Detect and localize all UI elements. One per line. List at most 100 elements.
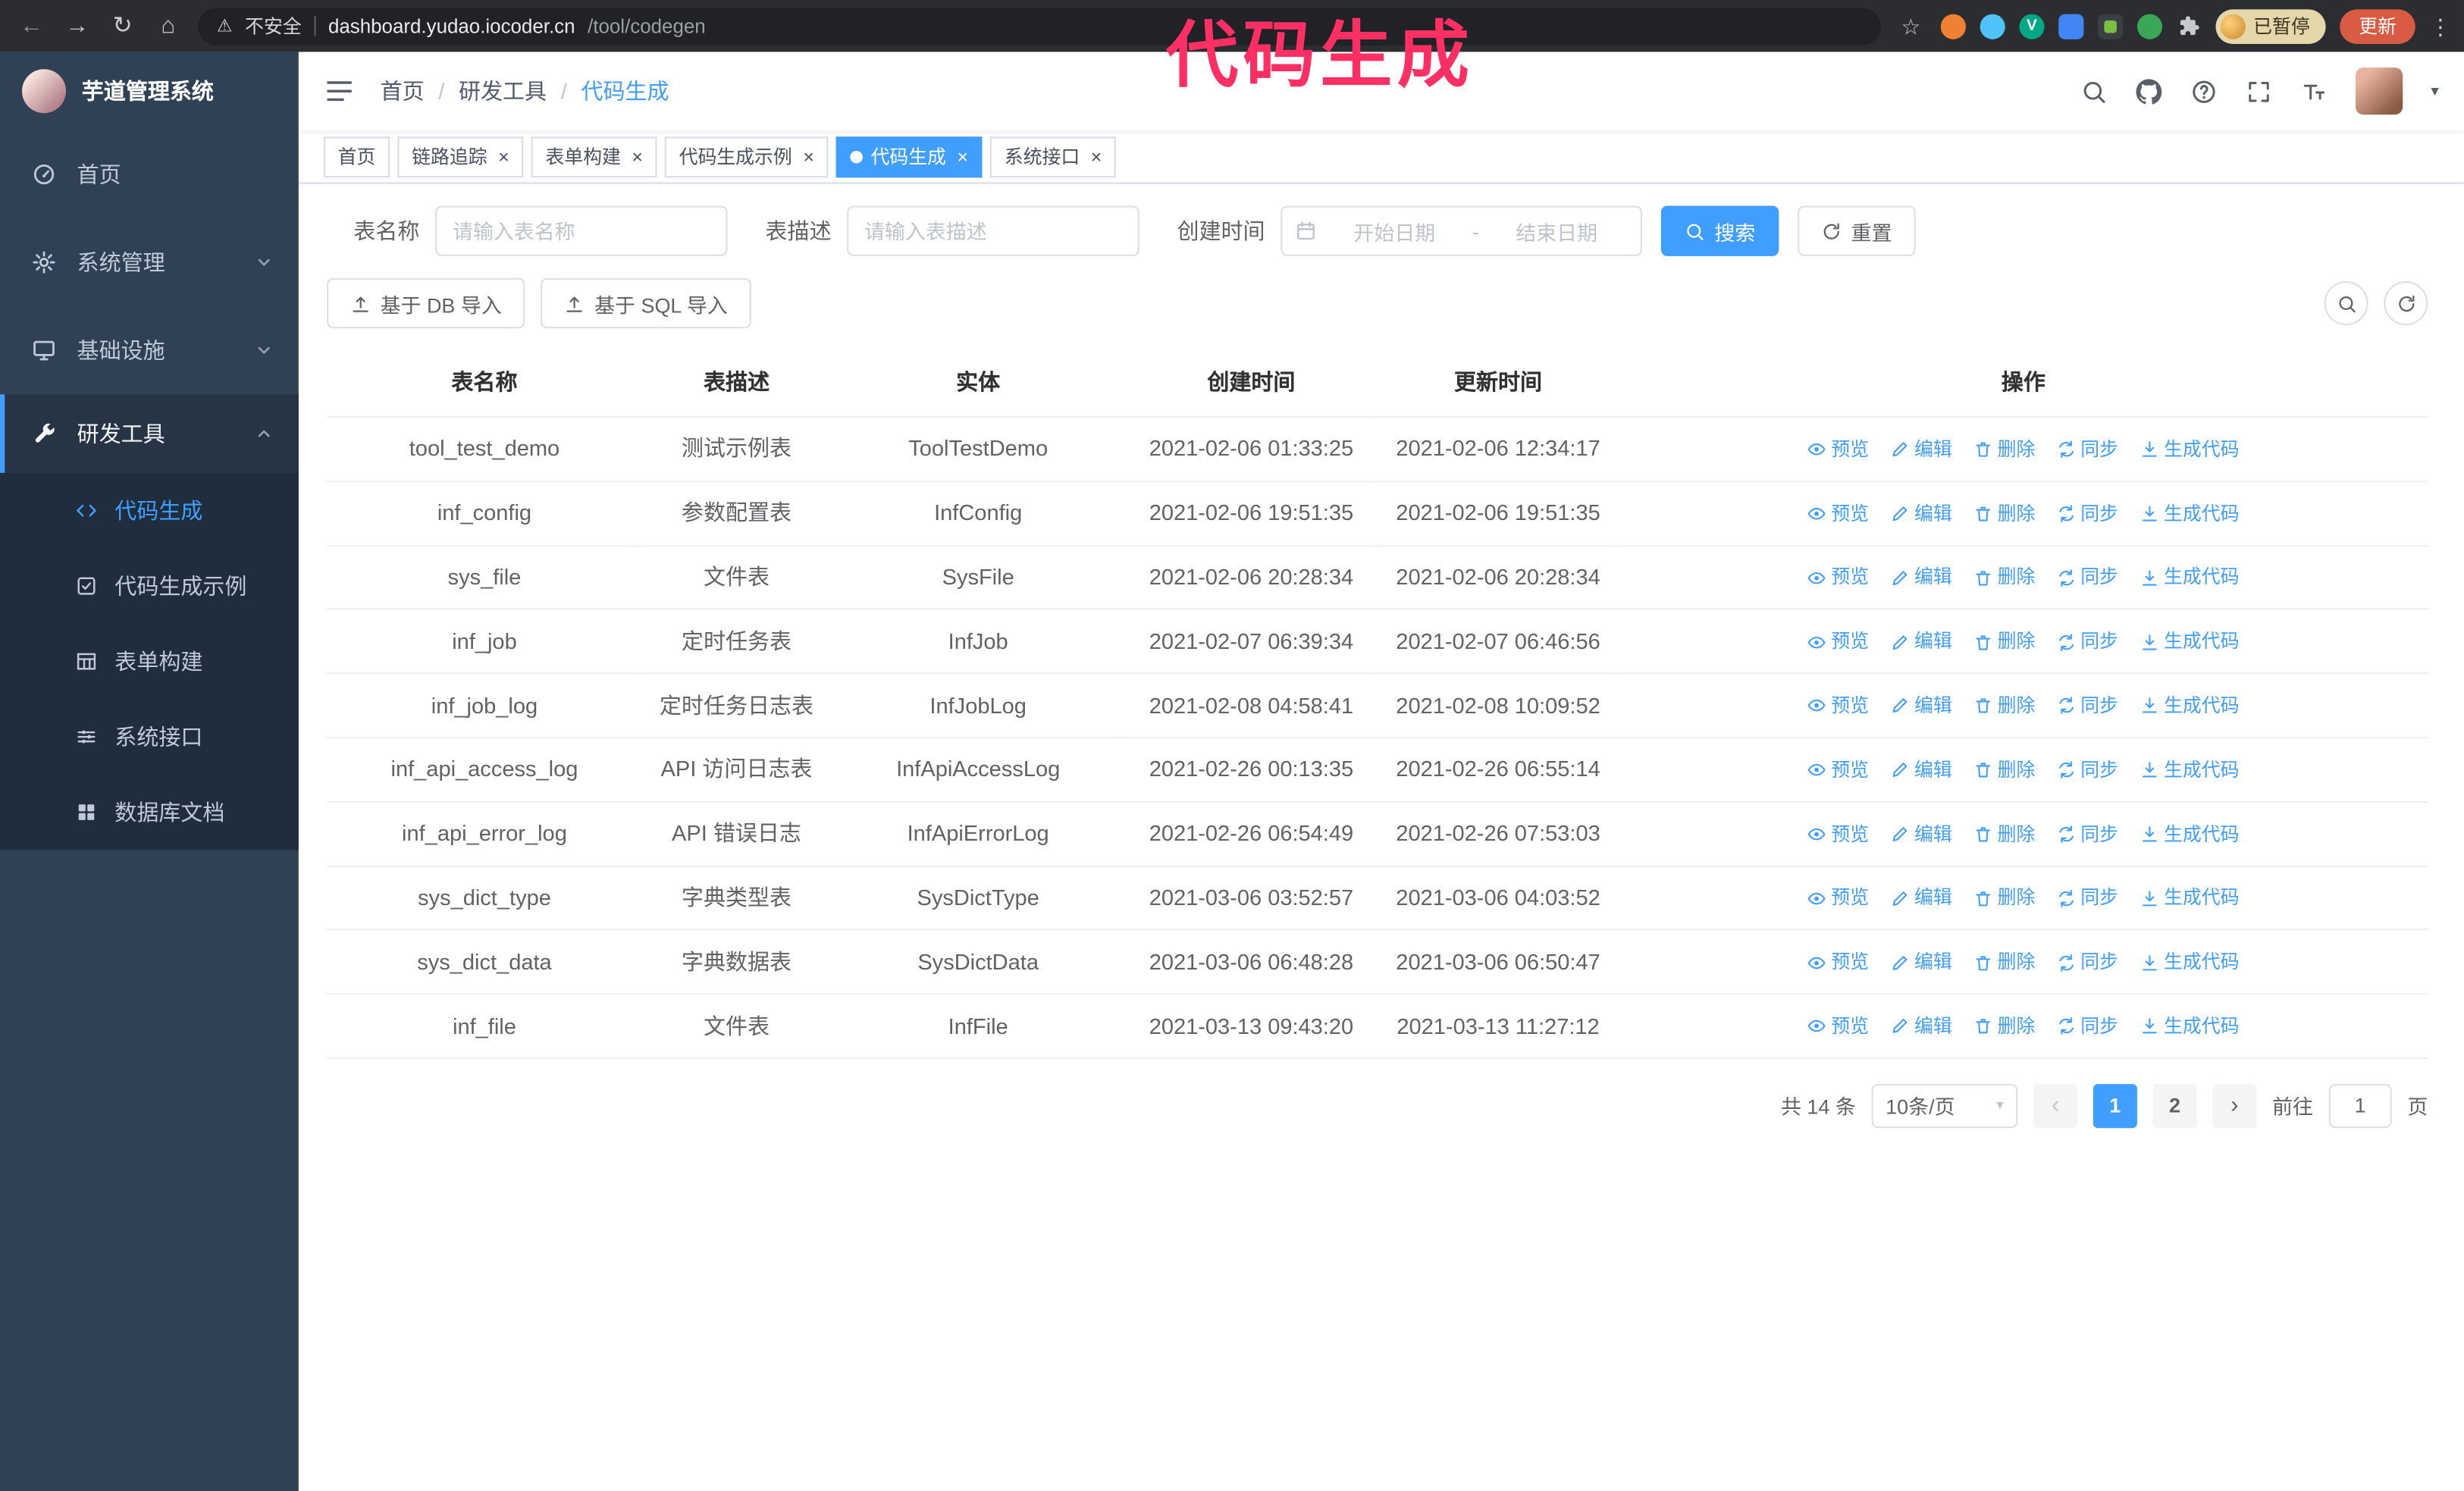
edit-link[interactable]: 编辑 xyxy=(1891,946,1952,979)
extension-icon[interactable] xyxy=(2097,13,2124,39)
generate-code-link[interactable]: 生成代码 xyxy=(2140,946,2239,979)
sync-link[interactable]: 同步 xyxy=(2057,753,2118,787)
sidebar-item-database-doc[interactable]: 数据库文档 xyxy=(0,775,299,850)
sidebar-item-system-management[interactable]: 系统管理 xyxy=(0,218,299,306)
preview-link[interactable]: 预览 xyxy=(1807,1010,1869,1044)
browser-update-button[interactable]: 更新 xyxy=(2340,8,2415,43)
edit-link[interactable]: 编辑 xyxy=(1891,690,1952,723)
preview-link[interactable]: 预览 xyxy=(1807,946,1869,979)
github-icon[interactable] xyxy=(2136,78,2162,105)
table-name-input[interactable] xyxy=(435,205,728,256)
font-size-icon[interactable] xyxy=(2300,78,2327,105)
sync-link[interactable]: 同步 xyxy=(2057,946,2118,979)
sync-link[interactable]: 同步 xyxy=(2057,562,2118,595)
edit-link[interactable]: 编辑 xyxy=(1891,497,1952,531)
prev-page-button[interactable]: ‹ xyxy=(2033,1084,2078,1129)
preview-link[interactable]: 预览 xyxy=(1807,497,1869,531)
generate-code-link[interactable]: 生成代码 xyxy=(2140,690,2239,723)
url-path[interactable]: /tool/codegen xyxy=(588,15,706,37)
reset-button[interactable]: 重置 xyxy=(1798,205,1916,256)
search-icon[interactable] xyxy=(2080,78,2107,105)
preview-link[interactable]: 预览 xyxy=(1807,882,1869,916)
url-host[interactable]: dashboard.yudao.iocoder.cn xyxy=(328,15,575,37)
tab-close-icon[interactable]: × xyxy=(958,146,969,168)
delete-link[interactable]: 删除 xyxy=(1974,882,2035,916)
sync-link[interactable]: 同步 xyxy=(2057,1010,2118,1044)
tab-trace[interactable]: 链路追踪 × xyxy=(397,136,524,177)
app-logo[interactable]: 芋道管理系统 xyxy=(0,52,299,130)
preview-link[interactable]: 预览 xyxy=(1807,818,1869,851)
generate-code-link[interactable]: 生成代码 xyxy=(2140,818,2239,851)
generate-code-link[interactable]: 生成代码 xyxy=(2140,753,2239,787)
edit-link[interactable]: 编辑 xyxy=(1891,434,1952,467)
edit-link[interactable]: 编辑 xyxy=(1891,625,1952,659)
toggle-search-button[interactable] xyxy=(2324,281,2368,326)
end-date-placeholder[interactable]: 结束日期 xyxy=(1485,216,1628,246)
sidebar-item-dev-tools[interactable]: 研发工具 xyxy=(0,394,299,473)
sync-link[interactable]: 同步 xyxy=(2057,497,2118,531)
delete-link[interactable]: 删除 xyxy=(1974,625,2035,659)
import-sql-button[interactable]: 基于 SQL 导入 xyxy=(541,277,751,329)
edit-link[interactable]: 编辑 xyxy=(1891,562,1952,595)
extension-icon[interactable] xyxy=(2058,13,2084,39)
sidebar-item-form-builder[interactable]: 表单构建 xyxy=(0,624,299,699)
bookmark-star-icon[interactable]: ☆ xyxy=(1895,15,1926,37)
generate-code-link[interactable]: 生成代码 xyxy=(2140,625,2239,659)
preview-link[interactable]: 预览 xyxy=(1807,753,1869,787)
tab-form-builder[interactable]: 表单构建 × xyxy=(531,136,657,177)
sync-link[interactable]: 同步 xyxy=(2057,434,2118,467)
sync-link[interactable]: 同步 xyxy=(2057,882,2118,916)
tab-close-icon[interactable]: × xyxy=(1091,146,1102,168)
tab-system-api[interactable]: 系统接口 × xyxy=(990,136,1116,177)
delete-link[interactable]: 删除 xyxy=(1974,434,2035,467)
fullscreen-icon[interactable] xyxy=(2246,78,2272,105)
breadcrumb-dev-tools[interactable]: 研发工具 xyxy=(459,75,547,106)
generate-code-link[interactable]: 生成代码 xyxy=(2140,434,2239,467)
delete-link[interactable]: 删除 xyxy=(1974,690,2035,723)
browser-home-icon[interactable]: ⌂ xyxy=(152,14,183,38)
tab-close-icon[interactable]: × xyxy=(803,146,814,168)
browser-reload-icon[interactable]: ↻ xyxy=(107,14,138,38)
start-date-placeholder[interactable]: 开始日期 xyxy=(1323,216,1466,246)
user-avatar[interactable] xyxy=(2355,67,2403,115)
sidebar-item-system-api[interactable]: 系统接口 xyxy=(0,699,299,774)
sidebar-item-code-generation[interactable]: 代码生成 xyxy=(0,473,299,548)
browser-forward-icon[interactable]: → xyxy=(61,14,92,38)
preview-link[interactable]: 预览 xyxy=(1807,434,1869,467)
preview-link[interactable]: 预览 xyxy=(1807,625,1869,659)
preview-link[interactable]: 预览 xyxy=(1807,562,1869,595)
delete-link[interactable]: 删除 xyxy=(1974,497,2035,531)
table-desc-input[interactable] xyxy=(847,205,1140,256)
next-page-button[interactable]: › xyxy=(2212,1084,2257,1129)
sync-link[interactable]: 同步 xyxy=(2057,818,2118,851)
sync-link[interactable]: 同步 xyxy=(2057,690,2118,723)
insecure-label[interactable]: 不安全 xyxy=(245,13,302,39)
address-bar[interactable]: ⚠ 不安全 dashboard.yudao.iocoder.cn/tool/co… xyxy=(198,7,1881,45)
delete-link[interactable]: 删除 xyxy=(1974,818,2035,851)
tab-close-icon[interactable]: × xyxy=(498,146,509,168)
generate-code-link[interactable]: 生成代码 xyxy=(2140,497,2239,531)
tab-close-icon[interactable]: × xyxy=(632,146,643,168)
import-db-button[interactable]: 基于 DB 导入 xyxy=(327,277,525,329)
generate-code-link[interactable]: 生成代码 xyxy=(2140,1010,2239,1044)
extension-icon[interactable] xyxy=(1980,13,2005,39)
page-button-2[interactable]: 2 xyxy=(2152,1084,2197,1129)
browser-profile-chip[interactable]: 已暂停 xyxy=(2215,8,2326,43)
generate-code-link[interactable]: 生成代码 xyxy=(2140,882,2239,916)
sidebar-item-code-generation-example[interactable]: 代码生成示例 xyxy=(0,548,299,623)
search-button[interactable]: 搜索 xyxy=(1660,205,1779,256)
edit-link[interactable]: 编辑 xyxy=(1891,882,1952,916)
help-icon[interactable] xyxy=(2190,78,2217,105)
generate-code-link[interactable]: 生成代码 xyxy=(2140,562,2239,595)
extensions-puzzle-icon[interactable] xyxy=(2177,14,2202,39)
delete-link[interactable]: 删除 xyxy=(1974,1010,2035,1044)
refresh-table-button[interactable] xyxy=(2384,281,2428,326)
delete-link[interactable]: 删除 xyxy=(1974,753,2035,787)
extension-icon[interactable]: V xyxy=(2019,13,2045,39)
tab-codegen-example[interactable]: 代码生成示例 × xyxy=(664,136,829,177)
edit-link[interactable]: 编辑 xyxy=(1891,818,1952,851)
preview-link[interactable]: 预览 xyxy=(1807,690,1869,723)
delete-link[interactable]: 删除 xyxy=(1974,562,2035,595)
browser-menu-icon[interactable]: ⋮ xyxy=(2429,15,2451,37)
sync-link[interactable]: 同步 xyxy=(2057,625,2118,659)
